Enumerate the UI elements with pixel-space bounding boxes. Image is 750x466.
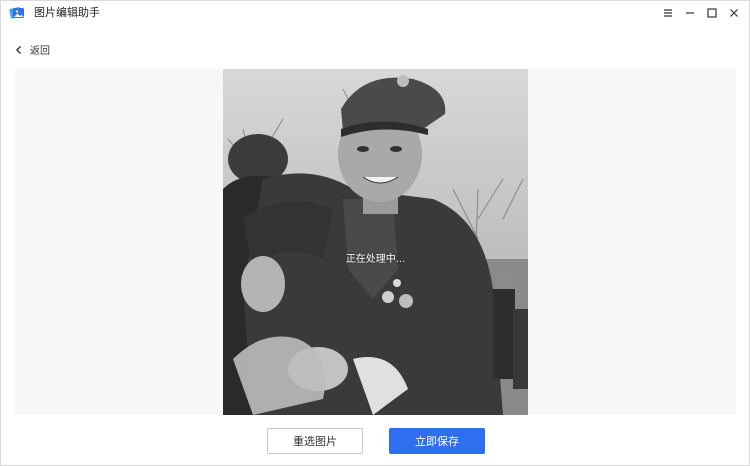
window-controls bbox=[661, 5, 741, 21]
app-window: 图片编辑助手 返回 正在处理中... 重选图片 立即保存 bbox=[0, 0, 750, 466]
back-button[interactable]: 返回 bbox=[14, 41, 50, 57]
processing-status: 正在处理中... bbox=[345, 254, 406, 265]
preview-area: 正在处理中... bbox=[15, 69, 736, 415]
chevron-left-icon bbox=[14, 40, 24, 59]
app-title: 图片编辑助手 bbox=[34, 6, 100, 19]
maximize-icon[interactable] bbox=[705, 6, 719, 20]
minimize-icon[interactable] bbox=[683, 6, 697, 20]
close-icon[interactable] bbox=[727, 6, 741, 20]
image-editor-app-icon bbox=[9, 5, 25, 21]
save-now-button[interactable]: 立即保存 bbox=[389, 428, 485, 454]
back-label: 返回 bbox=[30, 45, 50, 57]
title-bar: 图片编辑助手 bbox=[1, 1, 749, 25]
reselect-image-button[interactable]: 重选图片 bbox=[267, 428, 363, 454]
menu-icon[interactable] bbox=[661, 6, 675, 20]
photo-preview: 正在处理中... bbox=[223, 69, 528, 415]
